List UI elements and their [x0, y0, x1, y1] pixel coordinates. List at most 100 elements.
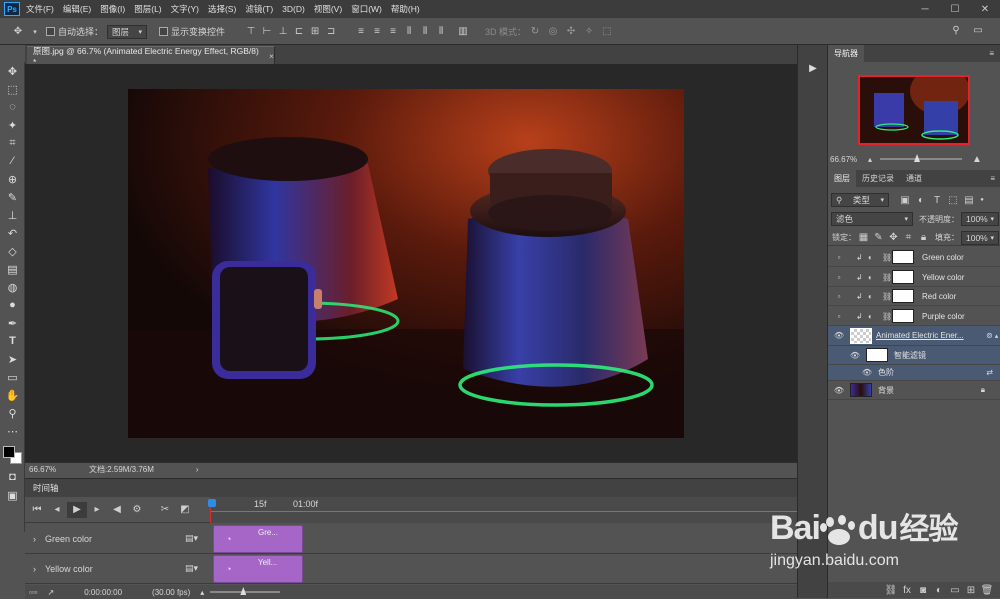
menu-filter[interactable]: 滤镜(T) [245, 3, 273, 15]
fill-field[interactable]: 100% ▾ [961, 230, 999, 245]
align-left-icon[interactable]: ⊏ [291, 26, 307, 37]
magic-wand-icon[interactable]: ✦ [0, 116, 25, 134]
chevron-up-icon[interactable]: ▴ [995, 332, 999, 340]
timeline-track-row[interactable]: › Green color ▤▾ [25, 525, 797, 554]
opacity-field[interactable]: 100% ▾ [961, 212, 999, 226]
film-strip-icon[interactable]: ▤▾ [185, 563, 198, 574]
type-tool-icon[interactable]: T [0, 332, 25, 350]
add-mask-icon[interactable]: ◙ [915, 585, 931, 596]
visibility-box[interactable]: ▫ [832, 292, 846, 301]
layer-row-red[interactable]: ▫ ↲ ◐ ⛓ Red color [828, 287, 1000, 306]
prev-frame-icon[interactable]: ◂ [47, 504, 67, 515]
panel-menu-icon[interactable]: ≡ [984, 170, 1000, 187]
auto-align-icon[interactable]: ▥ [455, 26, 471, 37]
frame-mode-icon[interactable]: ▫▫▫ [29, 588, 38, 597]
layer-row-smart-object[interactable]: 👁︎ Animated Electric Ener... ⊚ ▴ [828, 326, 1000, 346]
color-swatches[interactable] [0, 440, 25, 468]
split-scissors-icon[interactable]: ✂ [155, 504, 175, 515]
menu-window[interactable]: 窗口(W) [351, 3, 382, 15]
timeline-track-row[interactable]: › Yellow color ▤▾ [25, 555, 797, 584]
lasso-tool-icon[interactable]: ◌ [0, 98, 25, 116]
filter-kind-dropdown[interactable]: ⚲ 类型 ▾ [831, 193, 889, 207]
3d-scale-icon[interactable]: ⬚ [598, 26, 616, 37]
menu-3d[interactable]: 3D(D) [282, 4, 305, 14]
lock-artboard-icon[interactable]: ⌗ [901, 232, 916, 243]
new-adjustment-icon[interactable]: ◐ [931, 585, 947, 596]
chevron-down-icon[interactable]: ▾ [30, 28, 40, 36]
marquee-tool-icon[interactable]: ⬚ [0, 80, 25, 98]
menu-type[interactable]: 文字(Y) [171, 3, 199, 15]
menu-layer[interactable]: 图层(L) [134, 3, 161, 15]
filter-shape-icon[interactable]: ⬚ [945, 195, 961, 206]
auto-select-checkbox[interactable]: 自动选择： [46, 25, 103, 38]
eye-icon[interactable]: 👁︎ [832, 386, 846, 395]
zoom-out-mountain-icon[interactable]: ▴ [868, 155, 872, 164]
delete-layer-icon[interactable]: 🗑︎ [979, 585, 995, 596]
show-transform-checkbox[interactable]: 显示变换控件 [159, 25, 225, 38]
zoom-tool-icon[interactable]: ⚲ [0, 404, 25, 422]
path-select-icon[interactable]: ➤ [0, 350, 25, 368]
settings-gear-icon[interactable]: ⚙ [127, 504, 147, 515]
visibility-box[interactable]: ▫ [832, 312, 846, 321]
zoom-readout[interactable]: 66.67% [29, 465, 79, 474]
dodge-tool-icon[interactable]: ● [0, 296, 25, 314]
new-layer-icon[interactable]: ⊞ [963, 585, 979, 596]
layer-row-purple[interactable]: ▫ ↲ ◐ ⛓ Purple color [828, 307, 1000, 326]
filter-toggle-icon[interactable]: ● [977, 197, 987, 203]
layer-row-green[interactable]: ▫ ↲ ◐ ⛓ Green color [828, 248, 1000, 267]
render-icon[interactable]: ↗ [48, 588, 55, 597]
eyedropper-icon[interactable]: ⁄ [0, 152, 25, 170]
lock-all-icon[interactable]: 🔒︎ [916, 232, 931, 243]
menu-image[interactable]: 图像(I) [100, 3, 125, 15]
workspace-icon[interactable]: ▭ [970, 25, 986, 36]
distribute-bottom-icon[interactable]: ≡ [385, 26, 401, 37]
layer-row-smart-filters[interactable]: 👁︎ 智能滤镜 [828, 346, 1000, 365]
layer-row-yellow[interactable]: ▫ ↲ ◐ ⛓ Yellow color [828, 268, 1000, 287]
menu-help[interactable]: 帮助(H) [391, 3, 420, 15]
play-icon[interactable]: ▶ [67, 501, 87, 518]
screen-mode-icon[interactable]: ▣ [0, 486, 25, 504]
3d-orbit-icon[interactable]: ↻ [526, 26, 544, 37]
audio-icon[interactable]: ◀ [107, 504, 127, 515]
navigator-zoom-slider[interactable] [880, 154, 963, 162]
link-layers-icon[interactable]: ⛓ [883, 585, 899, 596]
zoom-out-mountain-icon[interactable]: ▴ [200, 588, 204, 597]
tab-history[interactable]: 历史记录 [856, 170, 900, 187]
gradient-icon[interactable]: ▤ [0, 260, 25, 278]
align-vcenter-icon[interactable]: ⊢ [259, 26, 275, 37]
menu-select[interactable]: 选择(S) [208, 3, 236, 15]
timeline-zoom-slider[interactable] [210, 587, 281, 595]
move-tool-icon[interactable]: ✥ [6, 26, 30, 37]
filter-type-icon[interactable]: T [929, 195, 945, 206]
distribute-right-icon[interactable]: ⦀ [433, 26, 449, 37]
panel-menu-icon[interactable]: ≡ [983, 45, 1000, 62]
layer-row-levels[interactable]: 👁︎ 色阶 ⇄ [828, 365, 1000, 381]
lock-image-icon[interactable]: ✎ [871, 232, 886, 243]
3d-pan-icon[interactable]: ✣ [562, 26, 580, 37]
eye-icon[interactable]: 👁︎ [848, 351, 862, 360]
align-hcenter-icon[interactable]: ⊞ [307, 26, 323, 37]
document-tab[interactable]: 原图.jpg @ 66.7% (Animated Electric Energy… [27, 46, 275, 67]
chevron-right-icon[interactable]: › [33, 564, 45, 574]
pen-tool-icon[interactable]: ✒ [0, 314, 25, 332]
blur-tool-icon[interactable]: ◍ [0, 278, 25, 296]
visibility-box[interactable]: ▫ [832, 253, 846, 262]
playhead[interactable] [208, 499, 216, 507]
search-icon[interactable]: ⚲ [948, 25, 964, 36]
distribute-hcenter-icon[interactable]: ⦀ [417, 26, 433, 37]
crop-tool-icon[interactable]: ⌗ [0, 134, 25, 152]
minimize-icon[interactable]: ─ [910, 0, 940, 18]
shape-tool-icon[interactable]: ▭ [0, 368, 25, 386]
layer-style-fx-icon[interactable]: fx [899, 585, 915, 596]
hand-tool-icon[interactable]: ✋ [0, 386, 25, 404]
distribute-vcenter-icon[interactable]: ≡ [369, 26, 385, 37]
auto-select-dropdown[interactable]: 图层 ▾ [107, 24, 148, 39]
layer-row-background[interactable]: 👁︎ 背景 🔒︎ [828, 381, 1000, 400]
align-bottom-icon[interactable]: ⊥ [275, 26, 291, 37]
blend-mode-dropdown[interactable]: 滤色 ▾ [831, 212, 913, 226]
stamp-tool-icon[interactable]: ⊥ [0, 206, 25, 224]
filter-smart-object-icon[interactable]: ▤ [961, 195, 977, 206]
history-brush-icon[interactable]: ↶ [0, 224, 25, 242]
healing-brush-icon[interactable]: ⊕ [0, 170, 25, 188]
transition-icon[interactable]: ◩ [175, 504, 195, 515]
